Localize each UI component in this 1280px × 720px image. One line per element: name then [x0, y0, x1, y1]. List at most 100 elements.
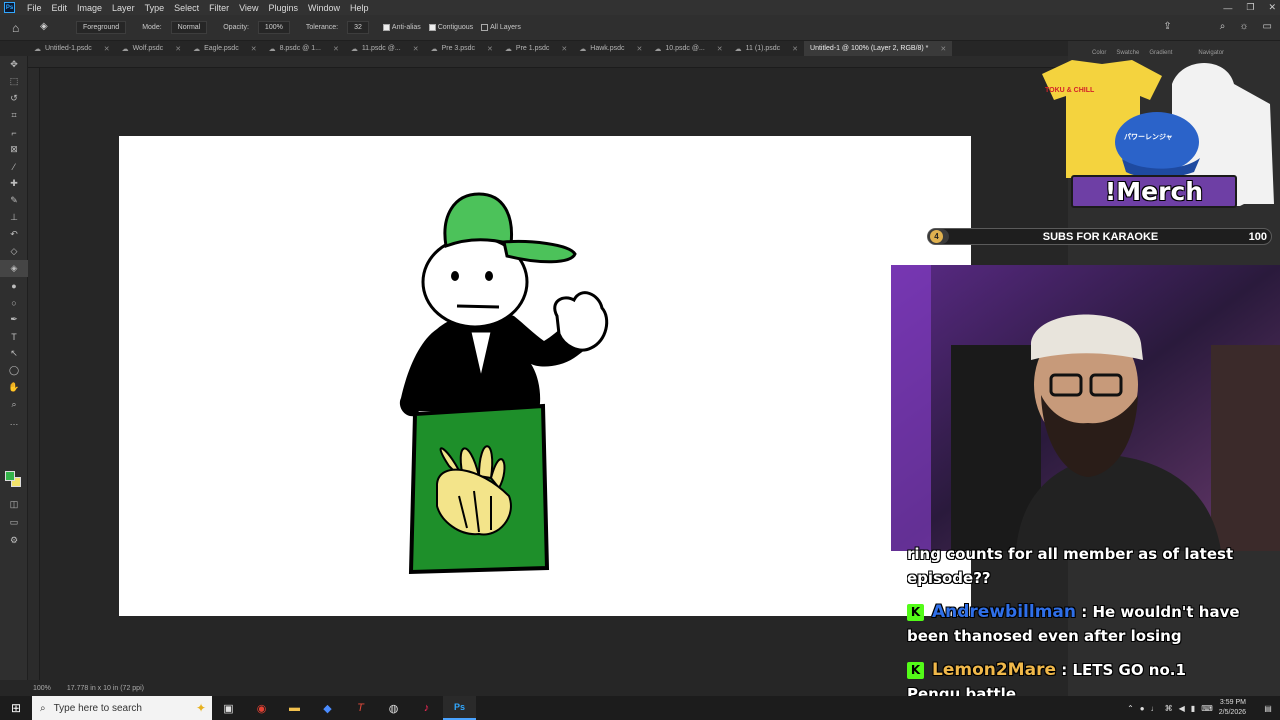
keyboard-icon[interactable]: ⌨ [1201, 704, 1213, 713]
ruler-horizontal[interactable] [28, 56, 1068, 68]
tab-close-icon[interactable]: ✕ [561, 45, 567, 53]
marquee-tool-icon[interactable]: ⬚ [0, 73, 28, 90]
menu-select[interactable]: Select [169, 3, 204, 13]
tolerance-input[interactable]: 32 [347, 21, 369, 34]
menu-file[interactable]: File [22, 3, 47, 13]
battery-icon[interactable]: ▮ [1191, 704, 1195, 713]
tray-chevron-icon[interactable]: ⌃ [1127, 704, 1134, 713]
menu-plugins[interactable]: Plugins [263, 3, 303, 13]
menu-edit[interactable]: Edit [47, 3, 73, 13]
crop-tool-icon[interactable]: ⌐ [0, 124, 28, 141]
pen-tool-icon[interactable]: ✒ [0, 311, 28, 328]
volume-icon[interactable]: ◀ [1179, 704, 1185, 713]
tab-untitled-1[interactable]: ☁ Untitled-1.psdc ✕ [28, 41, 116, 56]
brush-tool-icon[interactable]: ✎ [0, 192, 28, 209]
eyedropper-tool-icon[interactable]: ⁄ [0, 158, 28, 175]
menu-image[interactable]: Image [72, 3, 107, 13]
file-explorer-icon[interactable]: ▬ [278, 696, 311, 720]
lightbulb-icon[interactable]: ☼ [1239, 21, 1248, 32]
microphone-icon[interactable]: ♩ [1151, 704, 1159, 713]
tab-close-icon[interactable]: ✕ [333, 45, 339, 53]
type-tool-icon[interactable]: T [0, 328, 28, 345]
home-icon[interactable]: ⌂ [12, 21, 26, 35]
opacity-input[interactable]: 100% [257, 21, 290, 34]
taskbar-search[interactable]: ⌕ Type here to search ✦ [32, 696, 212, 720]
photoshop-taskbar-icon[interactable]: Ps [443, 696, 476, 720]
history-brush-tool-icon[interactable]: ↶ [0, 226, 28, 243]
tab-close-icon[interactable]: ✕ [637, 45, 643, 53]
path-selection-tool-icon[interactable]: ↖ [0, 345, 28, 362]
tab-close-icon[interactable]: ✕ [792, 45, 798, 53]
close-icon[interactable]: ✕ [1268, 2, 1276, 13]
app-t-icon[interactable]: T [344, 696, 377, 720]
network-icon[interactable]: ⌘ [1165, 704, 1173, 713]
menu-view[interactable]: View [234, 3, 263, 13]
windows-start-icon[interactable]: ⊞ [0, 696, 32, 720]
frame-tool-icon[interactable]: ⊠ [0, 141, 28, 158]
object-select-tool-icon[interactable]: ⌗ [0, 107, 28, 124]
menu-window[interactable]: Window [303, 3, 345, 13]
lasso-tool-icon[interactable]: ↺ [0, 90, 28, 107]
screen-mode-icon[interactable]: ▭ [0, 514, 28, 531]
tab-10[interactable]: ☁ 10.psdc @... ✕ [648, 41, 728, 56]
clock[interactable]: 3:59 PM 2/5/2026 [1219, 698, 1246, 718]
tray-app-icon[interactable]: ● [1140, 704, 1145, 713]
workspace-icon[interactable]: ▭ [1263, 21, 1272, 32]
dodge-tool-icon[interactable]: ○ [0, 294, 28, 311]
obs-icon[interactable]: ◍ [377, 696, 410, 720]
document-canvas[interactable] [119, 136, 971, 616]
shape-tool-icon[interactable]: ◯ [0, 362, 28, 379]
ruler-vertical[interactable] [28, 68, 40, 680]
menu-type[interactable]: Type [140, 3, 170, 13]
search-icon[interactable]: ⌕ [1220, 21, 1226, 32]
move-tool-icon[interactable]: ✥ [0, 56, 28, 73]
tab-close-icon[interactable]: ✕ [940, 45, 946, 53]
zoom-tool-icon[interactable]: ⌕ [0, 396, 28, 413]
tab-11-1[interactable]: ☁ 11 (1).psdc ✕ [729, 41, 804, 56]
tab-eagle[interactable]: ☁ Eagle.psdc ✕ [187, 41, 263, 56]
clone-stamp-tool-icon[interactable]: ⊥ [0, 209, 28, 226]
tab-pre-3[interactable]: ☁ Pre 3.psdc ✕ [425, 41, 499, 56]
antialias-checkbox[interactable]: Anti-alias [382, 24, 421, 31]
tiktok-icon[interactable]: ♪ [410, 696, 443, 720]
tab-close-icon[interactable]: ✕ [487, 45, 493, 53]
fill-source-select[interactable]: Foreground [76, 21, 127, 34]
healing-brush-tool-icon[interactable]: ✚ [0, 175, 28, 192]
paint-bucket-icon[interactable]: ◈ [40, 21, 54, 35]
tab-pre-1[interactable]: ☁ Pre 1.psdc ✕ [499, 41, 573, 56]
tab-hawk[interactable]: ☁ Hawk.psdc ✕ [573, 41, 648, 56]
tab-close-icon[interactable]: ✕ [175, 45, 181, 53]
menu-help[interactable]: Help [345, 3, 374, 13]
eraser-tool-icon[interactable]: ◇ [0, 243, 28, 260]
tab-11[interactable]: ☁ 11.psdc @... ✕ [345, 41, 425, 56]
all-layers-checkbox[interactable]: All Layers [481, 24, 521, 31]
tab-wolf[interactable]: ☁ Wolf.psdc ✕ [116, 41, 187, 56]
generative-icon[interactable]: ⚙ [0, 532, 28, 549]
tab-untitled-1-active[interactable]: Untitled-1 @ 100% (Layer 2, RGB/8) * ✕ [804, 41, 953, 56]
webcam-image [891, 265, 1280, 551]
menu-filter[interactable]: Filter [204, 3, 234, 13]
tab-close-icon[interactable]: ✕ [717, 45, 723, 53]
share-icon[interactable]: ⇪ [1163, 21, 1171, 32]
mode-select[interactable]: Normal [170, 21, 208, 34]
menu-layer[interactable]: Layer [107, 3, 140, 13]
quick-mask-icon[interactable]: ◫ [0, 496, 28, 513]
tab-8[interactable]: ☁ 8.psdc @ 1... ✕ [263, 41, 345, 56]
more-tools-icon[interactable]: … [0, 413, 28, 430]
contiguous-checkbox[interactable]: Contiguous [428, 24, 473, 31]
tab-close-icon[interactable]: ✕ [413, 45, 419, 53]
tab-close-icon[interactable]: ✕ [104, 45, 110, 53]
minimize-icon[interactable]: — [1223, 3, 1232, 13]
document-info[interactable]: 17.778 in x 10 in (72 ppi) [67, 685, 144, 692]
task-view-icon[interactable]: ▣ [212, 696, 245, 720]
foreground-color-swatch[interactable] [5, 471, 15, 481]
hand-tool-icon[interactable]: ✋ [0, 379, 28, 396]
maximize-icon[interactable]: ❐ [1246, 2, 1254, 13]
paint-bucket-tool-icon[interactable]: ◈ [0, 260, 28, 277]
tab-close-icon[interactable]: ✕ [251, 45, 257, 53]
app-diamond-icon[interactable]: ◆ [311, 696, 344, 720]
chrome-icon[interactable]: ◉ [245, 696, 278, 720]
blur-tool-icon[interactable]: ● [0, 277, 28, 294]
zoom-level[interactable]: 100% [33, 685, 51, 692]
notifications-icon[interactable]: ▤ [1256, 696, 1280, 720]
